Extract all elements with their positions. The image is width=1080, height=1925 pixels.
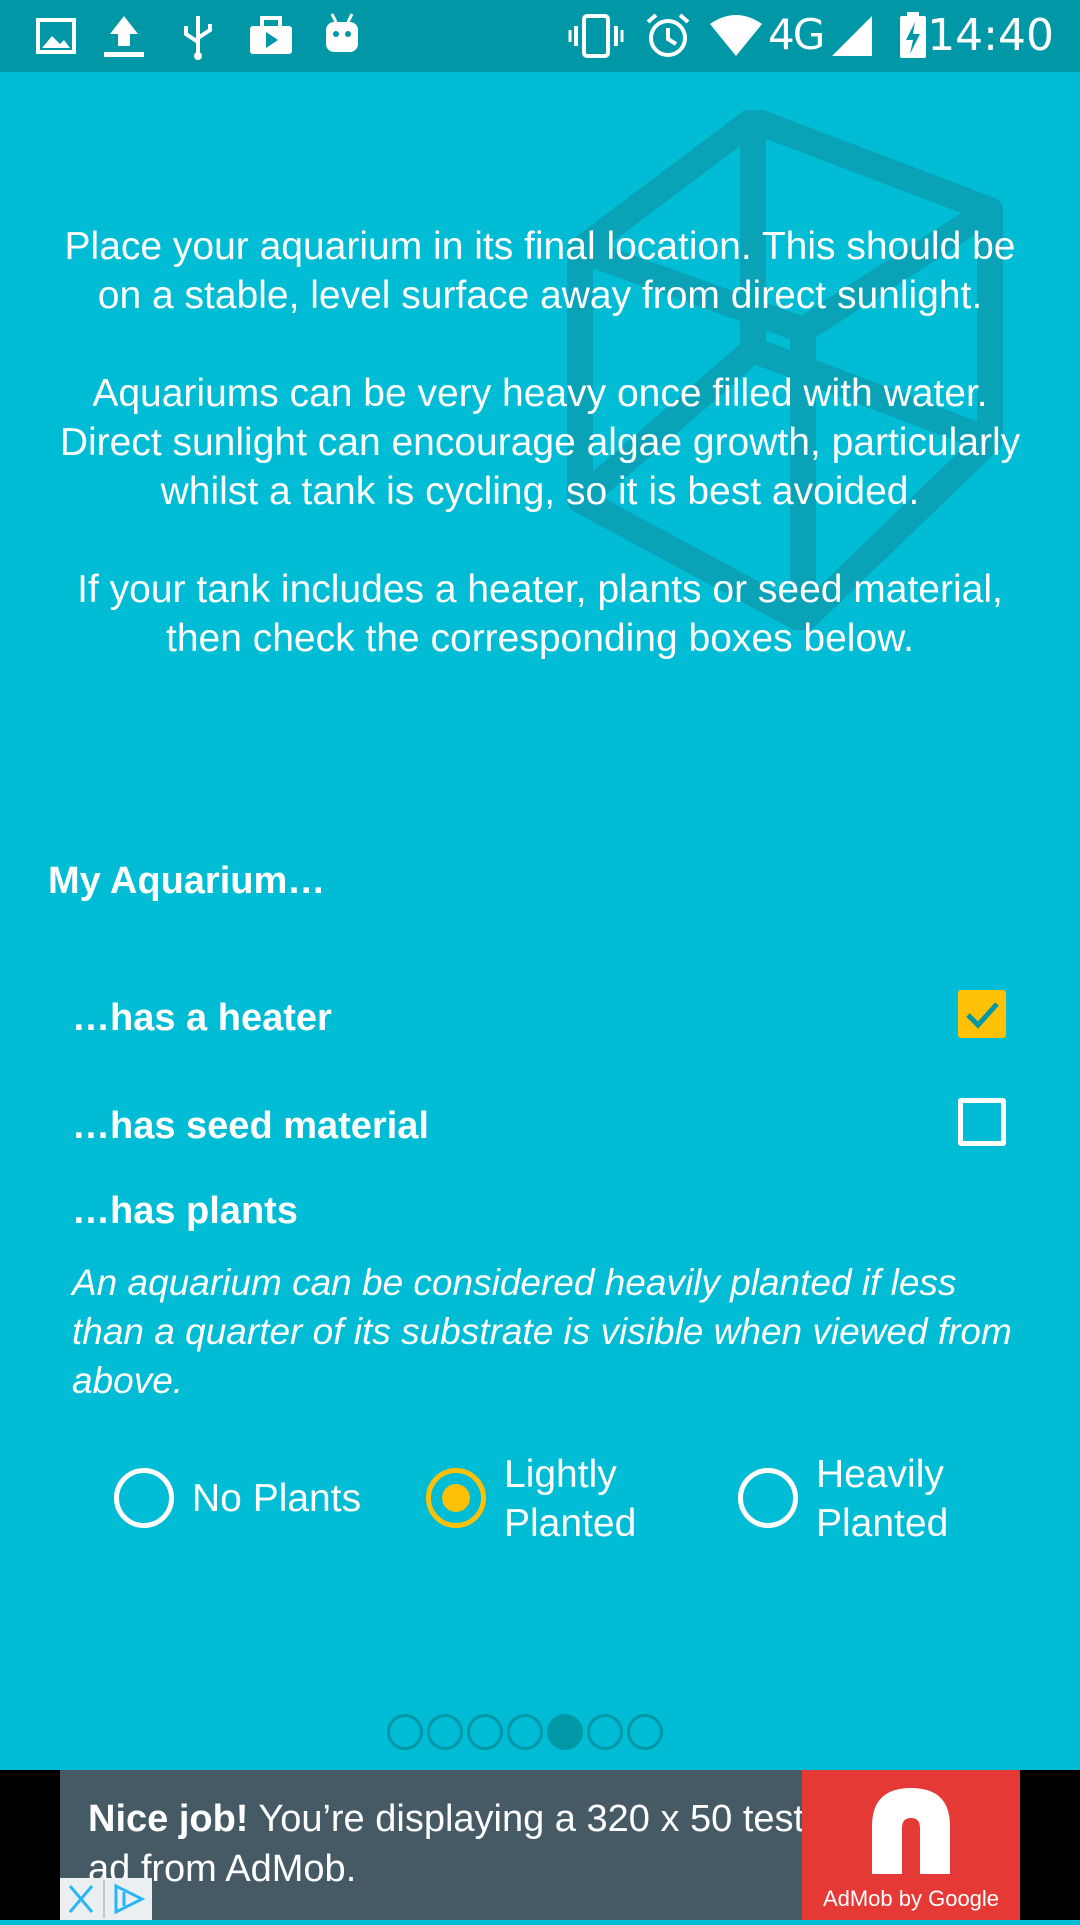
page-dot[interactable] (627, 1714, 663, 1750)
page-dot-active[interactable] (547, 1714, 583, 1750)
seed-material-label: …has seed material (72, 1105, 429, 1147)
wifi-icon (710, 15, 762, 56)
page-dot[interactable] (427, 1714, 463, 1750)
seed-material-checkbox[interactable] (958, 1098, 1006, 1146)
plants-title: …has plants (72, 1190, 298, 1232)
admob-icon (872, 1788, 950, 1874)
ad-choices[interactable] (60, 1878, 152, 1920)
check-icon (966, 1002, 999, 1029)
ad-headline: Nice job! (88, 1798, 249, 1840)
radio-label-no-plants[interactable]: No Plants (192, 1474, 361, 1523)
ad-text: Nice job! You’re displaying a 320 x 50 t… (88, 1794, 828, 1894)
ad-close-icon (68, 1880, 146, 1918)
heater-checkbox[interactable] (958, 990, 1006, 1038)
admob-logo: AdMob by Google (802, 1770, 1020, 1920)
plants-note: An aquarium can be considered heavily pl… (72, 1262, 1012, 1401)
battery-charging-icon (900, 12, 926, 58)
alarm-icon (646, 13, 690, 57)
radio-lightly-planted[interactable] (426, 1468, 486, 1528)
page-dot[interactable] (587, 1714, 623, 1750)
radio-label-line: Heavily (816, 1453, 944, 1496)
vibrate-icon (568, 14, 624, 58)
radio-label-line: Planted (816, 1502, 949, 1545)
usb-icon (184, 16, 212, 60)
heater-label: …has a heater (72, 997, 332, 1039)
upload-icon (104, 16, 144, 57)
android-icon (326, 13, 358, 52)
intro-text: Place your aquarium in its final locatio… (40, 222, 1040, 712)
page-dot[interactable] (467, 1714, 503, 1750)
radio-label-line: Lightly (504, 1453, 617, 1496)
radio-heavily-planted[interactable] (738, 1468, 798, 1528)
image-icon (36, 18, 76, 54)
radio-no-plants[interactable] (114, 1468, 174, 1528)
admob-brand-text: AdMob by Google (822, 1886, 1000, 1911)
network-type: 4G (768, 10, 825, 59)
radio-label-heavily-planted[interactable]: Heavily Planted (816, 1450, 948, 1548)
briefcase-icon (250, 16, 292, 54)
section-title: My Aquarium… (48, 860, 326, 902)
signal-icon (832, 16, 872, 56)
clock: 14:40 (927, 10, 1054, 61)
page-indicator (387, 1714, 667, 1756)
page-dot[interactable] (507, 1714, 543, 1750)
radio-label-line: Planted (504, 1502, 637, 1545)
ad-bar: Nice job! You’re displaying a 320 x 50 t… (0, 1770, 1080, 1920)
page-dot[interactable] (387, 1714, 423, 1750)
intro-paragraph-weight: Aquariums can be very heavy once filled … (59, 372, 1021, 513)
ad-banner[interactable]: Nice job! You’re displaying a 320 x 50 t… (60, 1770, 1020, 1920)
radio-label-line: No Plants (192, 1477, 362, 1520)
intro-paragraph-instructions: If your tank includes a heater, plants o… (77, 568, 1003, 660)
radio-label-lightly-planted[interactable]: Lightly Planted (504, 1450, 636, 1548)
status-bar: 4G 14:40 (0, 0, 1080, 72)
intro-paragraph-location: Place your aquarium in its final locatio… (64, 225, 1016, 317)
